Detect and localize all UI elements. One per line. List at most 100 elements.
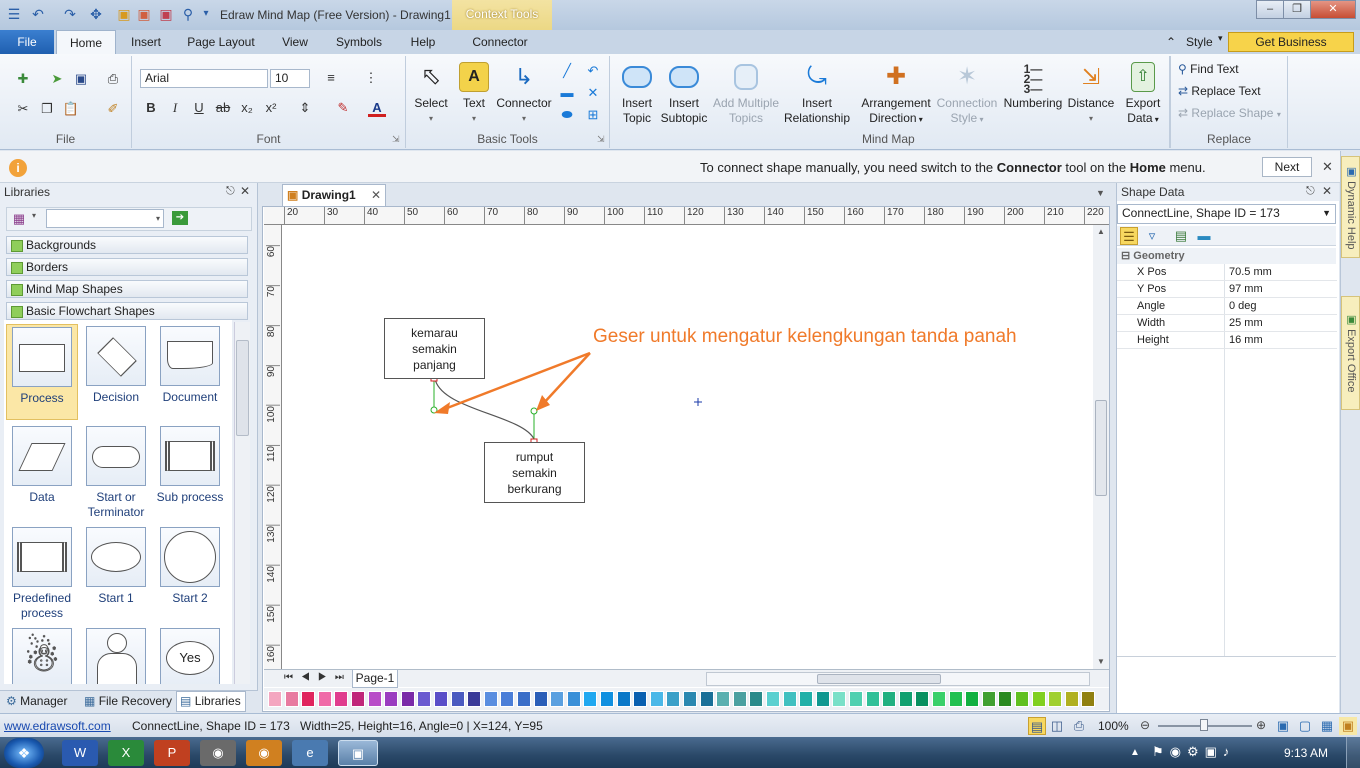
topic-shape-rumput[interactable]: rumput semakin berkurang — [484, 442, 585, 503]
arrangement-direction-button[interactable]: ✚ Arrangement Direction ▾ — [858, 62, 934, 127]
font-size-select[interactable]: 10 — [270, 69, 310, 88]
shape-person[interactable] — [80, 628, 152, 684]
customize-chevron-icon[interactable]: ▾ — [198, 6, 214, 22]
palette-swatch[interactable] — [799, 691, 814, 707]
palette-swatch[interactable] — [334, 691, 349, 707]
app-menu-icon[interactable]: ☰ — [6, 6, 22, 22]
tab-connector[interactable]: Connector — [462, 30, 538, 54]
underline-icon[interactable]: U — [190, 99, 208, 117]
palette-swatch[interactable] — [483, 691, 498, 707]
numbering-button[interactable]: 1— 2— 3— Numbering — [1000, 62, 1066, 111]
move-icon[interactable]: ✥ — [88, 6, 104, 22]
palette-swatch[interactable] — [450, 691, 465, 707]
next-button[interactable]: Next — [1262, 157, 1312, 177]
tab-home[interactable]: Home — [56, 30, 116, 54]
property-value[interactable]: 0 deg — [1229, 298, 1257, 314]
library-scrollbar[interactable] — [234, 322, 250, 684]
open-document-icon[interactable]: ➤ — [48, 70, 66, 88]
fit-page-icon[interactable]: ▣ — [1274, 717, 1292, 735]
text-tool-button[interactable]: A Text ▾ — [454, 62, 494, 126]
print-view-icon[interactable]: ⎙ — [1070, 717, 1088, 735]
style-menu[interactable]: Style — [1186, 35, 1213, 49]
subscript-icon[interactable]: x₂ — [238, 99, 256, 117]
canvas-vertical-scrollbar[interactable]: ▲ ▼ — [1093, 225, 1109, 669]
palette-swatch[interactable] — [898, 691, 913, 707]
library-category-basic-flowchart[interactable]: Basic Flowchart Shapes — [6, 302, 248, 320]
library-search-input[interactable]: ▾ — [46, 209, 164, 228]
palette-swatch[interactable] — [517, 691, 531, 707]
insert-subtopic-button[interactable]: Insert Subtopic — [658, 62, 710, 126]
library-menu-chevron-icon[interactable]: ▾ — [32, 211, 36, 220]
property-value[interactable]: 25 mm — [1229, 315, 1263, 331]
word-taskbar-icon[interactable]: W — [62, 740, 98, 766]
arc-icon[interactable]: ↶ — [584, 62, 602, 80]
export-office-tab[interactable]: ▣ Export Office — [1341, 296, 1360, 410]
library-category-mind-map-shapes[interactable]: Mind Map Shapes — [6, 280, 248, 298]
insert-topic-button[interactable]: Insert Topic — [616, 62, 658, 126]
find-text-button[interactable]: ⚲ Find Text — [1178, 62, 1239, 76]
palette-swatch[interactable] — [301, 691, 316, 707]
line-spacing-icon[interactable]: ⇕ — [296, 99, 314, 117]
palette-swatch[interactable] — [284, 691, 299, 707]
palette-swatch[interactable] — [815, 691, 830, 707]
palette-swatch[interactable] — [666, 691, 681, 707]
connection-style-button[interactable]: ✶ Connection Style ▾ — [934, 62, 1000, 127]
palette-swatch[interactable] — [699, 691, 714, 707]
shape-selector[interactable]: ConnectLine, Shape ID = 173 ▼ — [1117, 204, 1336, 224]
tab-help[interactable]: Help — [404, 30, 442, 54]
tools-dialog-launcher-icon[interactable]: ⇲ — [597, 134, 605, 145]
replace-shape-button[interactable]: ⇄ Replace Shape ▾ — [1178, 106, 1281, 120]
property-row-height[interactable]: Height 16 mm — [1117, 332, 1337, 349]
topic-shape-kemarau[interactable]: kemarau semakin panjang — [384, 318, 485, 379]
show-desktop-button[interactable] — [1346, 737, 1360, 768]
font-color-icon[interactable]: A — [368, 99, 386, 117]
palette-swatch[interactable] — [1064, 691, 1079, 707]
preview-icon[interactable]: ⚲ — [180, 6, 196, 22]
palette-swatch[interactable] — [683, 691, 697, 707]
palette-swatch[interactable] — [616, 691, 631, 707]
library-scroll-thumb[interactable] — [236, 340, 249, 436]
undo-icon[interactable]: ↶ — [30, 6, 46, 22]
palette-swatch[interactable] — [550, 691, 565, 707]
control-handle-2[interactable] — [530, 407, 538, 415]
select-tool-button[interactable]: ⬁ Select ▾ — [410, 62, 452, 126]
grid-icon[interactable]: ▦ — [1318, 717, 1336, 735]
page-view-icon[interactable]: ◫ — [1048, 717, 1066, 735]
property-row-y[interactable]: Y Pos 97 mm — [1117, 281, 1337, 298]
powerpoint-taskbar-icon[interactable]: P — [154, 740, 190, 766]
highlight-icon[interactable]: ✎ — [334, 99, 352, 117]
line-icon[interactable]: ╱ — [558, 62, 576, 80]
superscript-icon[interactable]: x² — [262, 99, 280, 117]
save-document-icon[interactable]: ▣ — [72, 70, 90, 88]
shape-start-1[interactable]: Start 1 — [80, 527, 152, 623]
fit-width-icon[interactable]: ▢ — [1296, 717, 1314, 735]
close-window-button[interactable]: ✕ — [1310, 0, 1356, 19]
cross-icon[interactable]: ✕ — [584, 84, 602, 102]
rectangle-icon[interactable]: ▬ — [558, 84, 576, 102]
shape-document[interactable]: Document — [154, 324, 226, 420]
font-dialog-launcher-icon[interactable]: ⇲ — [392, 134, 400, 145]
format-painter-icon[interactable]: ✐ — [104, 100, 122, 118]
palette-swatch[interactable] — [384, 691, 399, 707]
palette-swatch[interactable] — [467, 691, 482, 707]
normal-view-icon[interactable]: ▤ — [1028, 717, 1046, 735]
tab-insert[interactable]: Insert — [124, 30, 168, 54]
fullscreen-icon[interactable]: ▣ — [1339, 717, 1357, 735]
scroll-up-icon[interactable]: ▲ — [1097, 227, 1105, 236]
palette-swatch[interactable] — [1031, 691, 1046, 707]
crop-icon[interactable]: ⊞ — [584, 106, 602, 124]
website-link[interactable]: www.edrawsoft.com — [4, 719, 111, 733]
align-icon[interactable]: ≡ — [322, 69, 340, 87]
manager-tab[interactable]: ⚙ Manager — [6, 694, 67, 708]
palette-swatch[interactable] — [998, 691, 1013, 707]
excel-taskbar-icon[interactable]: X — [108, 740, 144, 766]
minimize-button[interactable]: – — [1256, 0, 1284, 19]
palette-swatch[interactable] — [633, 691, 648, 707]
close-document-icon[interactable]: ✕ — [371, 185, 381, 205]
font-family-select[interactable]: Arial — [140, 69, 268, 88]
connector-line[interactable] — [434, 378, 535, 440]
palette-swatch[interactable] — [367, 691, 382, 707]
palette-swatch[interactable] — [965, 691, 980, 707]
palette-swatch[interactable] — [600, 691, 614, 707]
palette-swatch[interactable] — [351, 691, 365, 707]
